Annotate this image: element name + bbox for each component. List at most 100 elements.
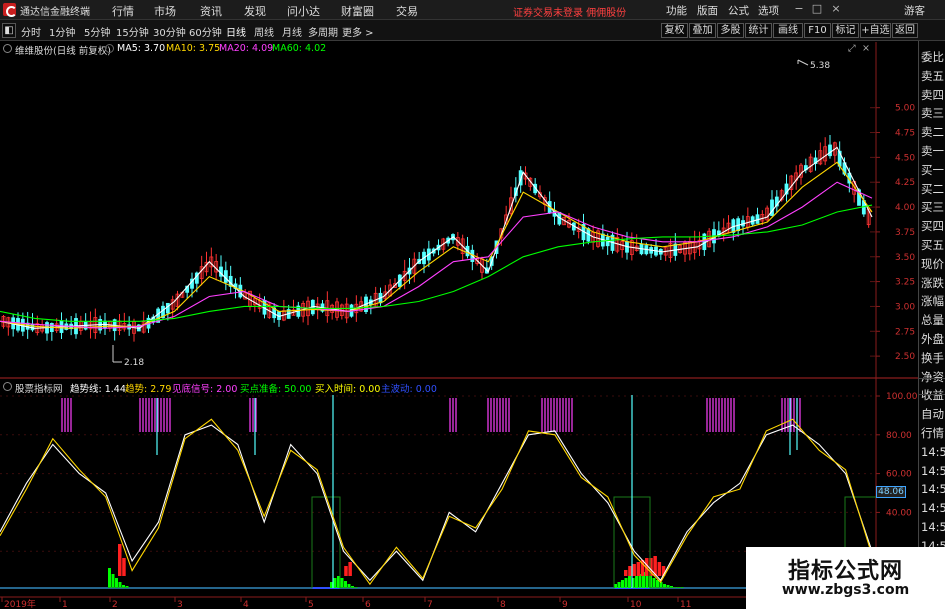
indicator-line-0 <box>0 424 873 582</box>
moving-average-lines <box>0 146 873 329</box>
histogram-bar-red <box>636 562 641 576</box>
sidebar-item-10[interactable]: 买五 <box>921 237 945 253</box>
histogram-bar-red <box>624 570 628 576</box>
histogram-bar-green <box>628 576 631 588</box>
sidebar-item-21[interactable]: 14:5 <box>921 444 945 460</box>
histogram-bar-green <box>111 574 115 588</box>
histogram-bar-red <box>344 566 348 576</box>
indicator-tick-label: 60.00 <box>886 470 912 480</box>
time-tick-label: 1 <box>62 600 68 609</box>
sidebar-item-13[interactable]: 涨幅 <box>921 293 945 309</box>
price-tick-label: 3.50 <box>895 253 915 263</box>
indicator-tick-label: 40.00 <box>886 508 912 518</box>
chart-canvas[interactable]: 5.00 4.75 4.50 4.25 4.00 3.75 3.50 3.25 3.00 2.75… <box>0 0 918 609</box>
price-tick-label: 4.75 <box>895 129 915 139</box>
indicator-settings-icon[interactable] <box>105 44 114 53</box>
sidebar-item-15[interactable]: 外盘 <box>921 331 945 347</box>
high-price-label: 5.38 <box>810 61 830 71</box>
bottom-signal-value: 见底信号: 2.00 <box>172 384 238 395</box>
indicator-line-1 <box>0 418 873 586</box>
sidebar-item-2[interactable]: 卖四 <box>921 87 945 103</box>
sidebar-item-20[interactable]: 行情 <box>921 425 945 441</box>
price-tick-label: 3.75 <box>895 228 915 238</box>
buy-time-value: 买入时间: 0.00 <box>315 384 381 395</box>
ma5-value: MA5: 3.70 <box>117 43 166 54</box>
histogram-bar-green <box>635 576 638 588</box>
sidebar-item-3[interactable]: 卖三 <box>921 105 945 121</box>
sidebar-item-18[interactable]: 收益 <box>921 387 945 403</box>
sidebar-divider <box>919 394 945 395</box>
histogram-bar-red <box>118 544 122 576</box>
time-tick-label: 2 <box>112 600 118 609</box>
price-tick-label: 3.25 <box>895 278 915 288</box>
indicator-lines <box>0 418 873 586</box>
close-panel-icon[interactable]: × <box>862 43 870 54</box>
histogram-bar-red <box>628 566 632 576</box>
histogram-bar-red <box>632 564 636 576</box>
sidebar-item-16[interactable]: 换手 <box>921 350 945 366</box>
histogram-bar-green <box>344 581 347 588</box>
stock-name[interactable]: 维维股份(日线 前复权) <box>15 43 111 57</box>
time-axis-ticks: 2019年 1 2 3 4 5 6 7 8 9 10 11 <box>1 597 691 609</box>
price-tick-label: 2.75 <box>895 327 915 337</box>
sidebar-item-7[interactable]: 买二 <box>921 181 945 197</box>
histogram-bar-red <box>657 562 662 576</box>
candlesticks <box>1 134 871 342</box>
high-marker: 5.38 <box>797 59 830 71</box>
histogram-bar-green <box>624 578 628 588</box>
sidebar-item-11[interactable]: 现价 <box>921 256 945 272</box>
ma-line-ma5 <box>0 146 873 329</box>
watermark: 指标公式网 www.zbgs3.com <box>746 547 945 609</box>
time-tick-label: 5 <box>308 600 314 609</box>
chart-settings-icon[interactable] <box>3 44 12 53</box>
candle-body <box>828 144 832 157</box>
sidebar-item-14[interactable]: 总量 <box>921 312 945 328</box>
sidebar-item-5[interactable]: 卖一 <box>921 143 945 159</box>
sidebar-item-6[interactable]: 买一 <box>921 162 945 178</box>
sidebar-item-22[interactable]: 14:5 <box>921 463 945 479</box>
histogram-bar-green <box>659 582 663 588</box>
price-grid <box>870 107 876 357</box>
indicator-last-value: 48.06 <box>876 486 906 498</box>
histogram-bar-green <box>656 580 659 588</box>
watermark-title: 指标公式网 <box>787 559 903 584</box>
price-tick-label: 4.25 <box>895 178 915 188</box>
price-tick-label: 4.50 <box>895 153 915 163</box>
sidebar-item-19[interactable]: 自动 <box>921 406 945 422</box>
ma20-value: MA20: 4.09 <box>219 43 274 54</box>
indicator-panel-icon[interactable] <box>3 382 12 391</box>
time-tick-label: 4 <box>243 600 249 609</box>
indicator-axis-ticks: 100.0080.0060.0040.0020.00 <box>876 392 918 557</box>
sidebar-item-1[interactable]: 卖五 <box>921 68 945 84</box>
sidebar-item-17[interactable]: 净资 <box>921 369 945 385</box>
sidebar-item-0[interactable]: 委比 <box>921 49 945 65</box>
indicator-tick-label: 80.00 <box>886 431 912 441</box>
sidebar-item-24[interactable]: 14:5 <box>921 500 945 516</box>
trend-line-value: 趋势线: 1.44 <box>70 384 126 395</box>
resize-icon[interactable]: ⤢ <box>848 43 856 54</box>
histogram-bar-green <box>638 574 642 588</box>
sidebar-item-9[interactable]: 买四 <box>921 218 945 234</box>
right-sidebar: 委比卖五卖四卖三卖二卖一买一买二买三买四买五现价涨跌涨幅总量外盘换手净资收益自动… <box>918 41 945 609</box>
time-tick-label: 8 <box>500 600 506 609</box>
histogram-bar-green <box>663 584 666 588</box>
ma-line-ma10 <box>0 161 873 329</box>
sidebar-item-8[interactable]: 买三 <box>921 199 945 215</box>
sidebar-item-4[interactable]: 卖二 <box>921 124 945 140</box>
sidebar-item-12[interactable]: 涨跌 <box>921 275 945 291</box>
histogram-bar-green <box>652 578 656 588</box>
buy-prep-value: 买点准备: 50.00 <box>240 384 312 395</box>
sidebar-divider <box>919 378 945 379</box>
indicator-name[interactable]: 股票指标网 <box>15 381 63 395</box>
histogram-bar-green <box>118 582 122 588</box>
histogram-bar-green <box>617 582 621 588</box>
histogram-bar-red <box>348 562 352 576</box>
sidebar-item-23[interactable]: 14:5 <box>921 481 945 497</box>
sidebar-item-25[interactable]: 14:5 <box>921 519 945 535</box>
histogram-bar-green <box>333 578 337 588</box>
price-tick-label: 3.00 <box>895 302 915 312</box>
price-axis-ticks: 5.00 4.75 4.50 4.25 4.00 3.75 3.50 3.25 3.00 2.75… <box>876 104 915 362</box>
trend-value: 趋势: 2.79 <box>125 384 172 395</box>
histogram-bar-green <box>115 578 118 588</box>
histogram-bar-red <box>122 558 126 576</box>
